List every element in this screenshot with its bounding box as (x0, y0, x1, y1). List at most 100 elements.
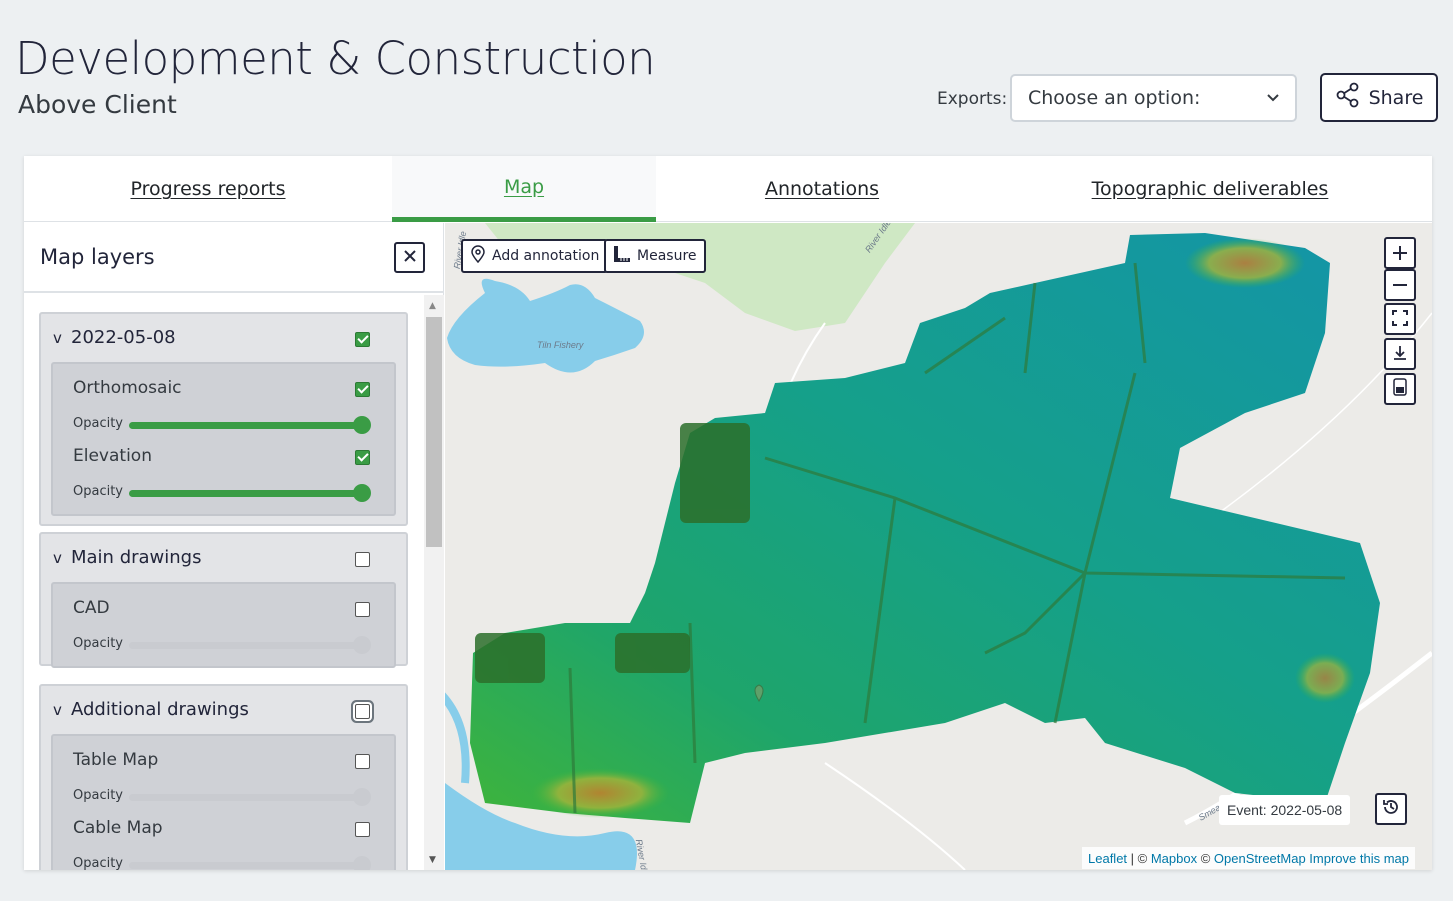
opacity-slider-track[interactable] (129, 490, 361, 497)
layer-group-name: Additional drawings (71, 699, 249, 720)
map-view[interactable]: Tiln Fishery River Idle River Idle River… (445, 223, 1432, 870)
opacity-label: Opacity (73, 788, 124, 803)
history-icon (1381, 797, 1401, 821)
opacity-slider-track[interactable] (129, 642, 361, 649)
attribution-separator: © (1197, 850, 1214, 866)
layer-item-checkbox[interactable] (355, 602, 370, 617)
tab-topographic-deliverables[interactable]: Topographic deliverables (988, 156, 1432, 222)
layer-item-name: Elevation (73, 446, 152, 466)
layer-item: Table Map Opacity (53, 736, 394, 806)
map-canvas[interactable] (445, 223, 1432, 870)
layer-group-name: 2022-05-08 (71, 327, 176, 348)
opacity-slider-thumb[interactable] (353, 484, 371, 502)
opacity-slider-track[interactable] (129, 862, 361, 869)
layer-item-checkbox[interactable] (355, 382, 370, 397)
exports-select[interactable]: Choose an option: (1010, 74, 1297, 122)
openstreetmap-link[interactable]: OpenStreetMap (1214, 851, 1306, 866)
layer-toggle-button[interactable] (1384, 373, 1416, 405)
zoom-in-icon (1393, 241, 1407, 265)
layer-item: CAD Opacity (53, 584, 394, 654)
layer-item-checkbox[interactable] (355, 822, 370, 837)
layer-group: v 2022-05-08 Orthomosaic Opacity Elevati… (39, 312, 408, 526)
layer-item-name: CAD (73, 598, 110, 618)
panel-header: Map layers (24, 223, 443, 293)
layer-group: v Additional drawings Table Map Opacity … (39, 684, 408, 870)
add-annotation-label: Add annotation (492, 248, 600, 264)
zoom-out-icon (1393, 273, 1407, 297)
chevron-down-icon (1267, 90, 1279, 106)
fullscreen-button[interactable] (1384, 303, 1416, 335)
ruler-icon (613, 245, 631, 267)
layer-item: Orthomosaic Opacity (53, 364, 394, 434)
download-icon (1392, 342, 1408, 366)
map-pin-icon (470, 245, 486, 267)
page-title: Development & Construction (15, 32, 656, 85)
layer-item-checkbox[interactable] (355, 450, 370, 465)
opacity-slider-track[interactable] (129, 422, 361, 429)
opacity-slider-thumb[interactable] (353, 856, 371, 870)
layer-group-body: CAD Opacity (51, 582, 396, 668)
opacity-slider-track[interactable] (129, 794, 361, 801)
layer-item-name: Cable Map (73, 818, 163, 838)
chevron-down-icon[interactable]: v (53, 701, 62, 719)
main-card: Progress reports Map Annotations Topogra… (24, 156, 1432, 870)
improve-map-link[interactable]: Improve this map (1306, 851, 1409, 866)
scroll-up-icon[interactable]: ▲ (429, 301, 436, 311)
scrollbar-thumb[interactable] (426, 317, 442, 547)
mapbox-link[interactable]: Mapbox (1151, 851, 1197, 866)
map-layers-panel: Map layers v 2022-05-08 Orthomosaic Opac… (24, 223, 444, 870)
opacity-label: Opacity (73, 636, 124, 651)
leaflet-link[interactable]: Leaflet (1088, 851, 1127, 866)
panel-scrollbar[interactable]: ▲ ▼ (424, 295, 444, 870)
zoom-out-button[interactable] (1384, 269, 1416, 301)
layer-group-checkbox[interactable] (355, 332, 370, 347)
close-icon (403, 247, 417, 268)
scroll-down-icon[interactable]: ▼ (429, 855, 436, 865)
opacity-label: Opacity (73, 484, 124, 499)
map-attribution: Leaflet | © Mapbox © OpenStreetMap Impro… (1082, 847, 1416, 869)
share-label: Share (1368, 86, 1424, 109)
add-annotation-button[interactable]: Add annotation (461, 239, 609, 273)
layer-group-header[interactable]: v Main drawings (41, 534, 406, 582)
layer-group-header[interactable]: v 2022-05-08 (41, 314, 406, 362)
fullscreen-icon (1392, 307, 1408, 331)
layer-group-body: Orthomosaic Opacity Elevation Opacity (51, 362, 396, 516)
exports-label: Exports: (937, 89, 1008, 109)
exports-select-value: Choose an option: (1028, 87, 1201, 109)
layer-group-header[interactable]: v Additional drawings (41, 686, 406, 734)
layer-group-body: Table Map Opacity Cable Map Opacity (51, 734, 396, 870)
layer-group-name: Main drawings (71, 547, 202, 568)
share-button[interactable]: Share (1320, 73, 1438, 122)
tab-progress-reports[interactable]: Progress reports (24, 156, 392, 222)
layer-item: Cable Map Opacity (53, 804, 394, 870)
measure-label: Measure (637, 248, 697, 264)
layer-group-checkbox[interactable] (355, 704, 370, 719)
close-panel-button[interactable] (394, 242, 425, 273)
attribution-separator: | © (1127, 850, 1151, 866)
tab-bar: Progress reports Map Annotations Topogra… (24, 156, 1432, 222)
event-label: Event: 2022-05-08 (1219, 795, 1351, 825)
layer-group-checkbox[interactable] (355, 552, 370, 567)
measure-button[interactable]: Measure (604, 239, 706, 273)
history-button[interactable] (1375, 793, 1407, 825)
opacity-label: Opacity (73, 856, 124, 870)
layers-list: v 2022-05-08 Orthomosaic Opacity Elevati… (24, 295, 424, 870)
layer-toggle-icon (1393, 377, 1407, 401)
share-icon (1335, 82, 1361, 113)
chevron-down-icon[interactable]: v (53, 329, 62, 347)
tab-map[interactable]: Map (392, 156, 656, 222)
zoom-in-button[interactable] (1384, 237, 1416, 269)
layer-item-checkbox[interactable] (355, 754, 370, 769)
download-button[interactable] (1384, 338, 1416, 370)
panel-title: Map layers (40, 245, 155, 269)
opacity-slider-thumb[interactable] (353, 636, 371, 654)
layer-group: v Main drawings CAD Opacity (39, 532, 408, 668)
layer-item-name: Table Map (73, 750, 159, 770)
page-subtitle: Above Client (18, 90, 177, 119)
tab-annotations[interactable]: Annotations (656, 156, 988, 222)
opacity-label: Opacity (73, 416, 124, 431)
lake-label: Tiln Fishery (537, 340, 584, 350)
layer-item-name: Orthomosaic (73, 378, 182, 398)
layer-item: Elevation Opacity (53, 432, 394, 502)
chevron-down-icon[interactable]: v (53, 549, 62, 567)
